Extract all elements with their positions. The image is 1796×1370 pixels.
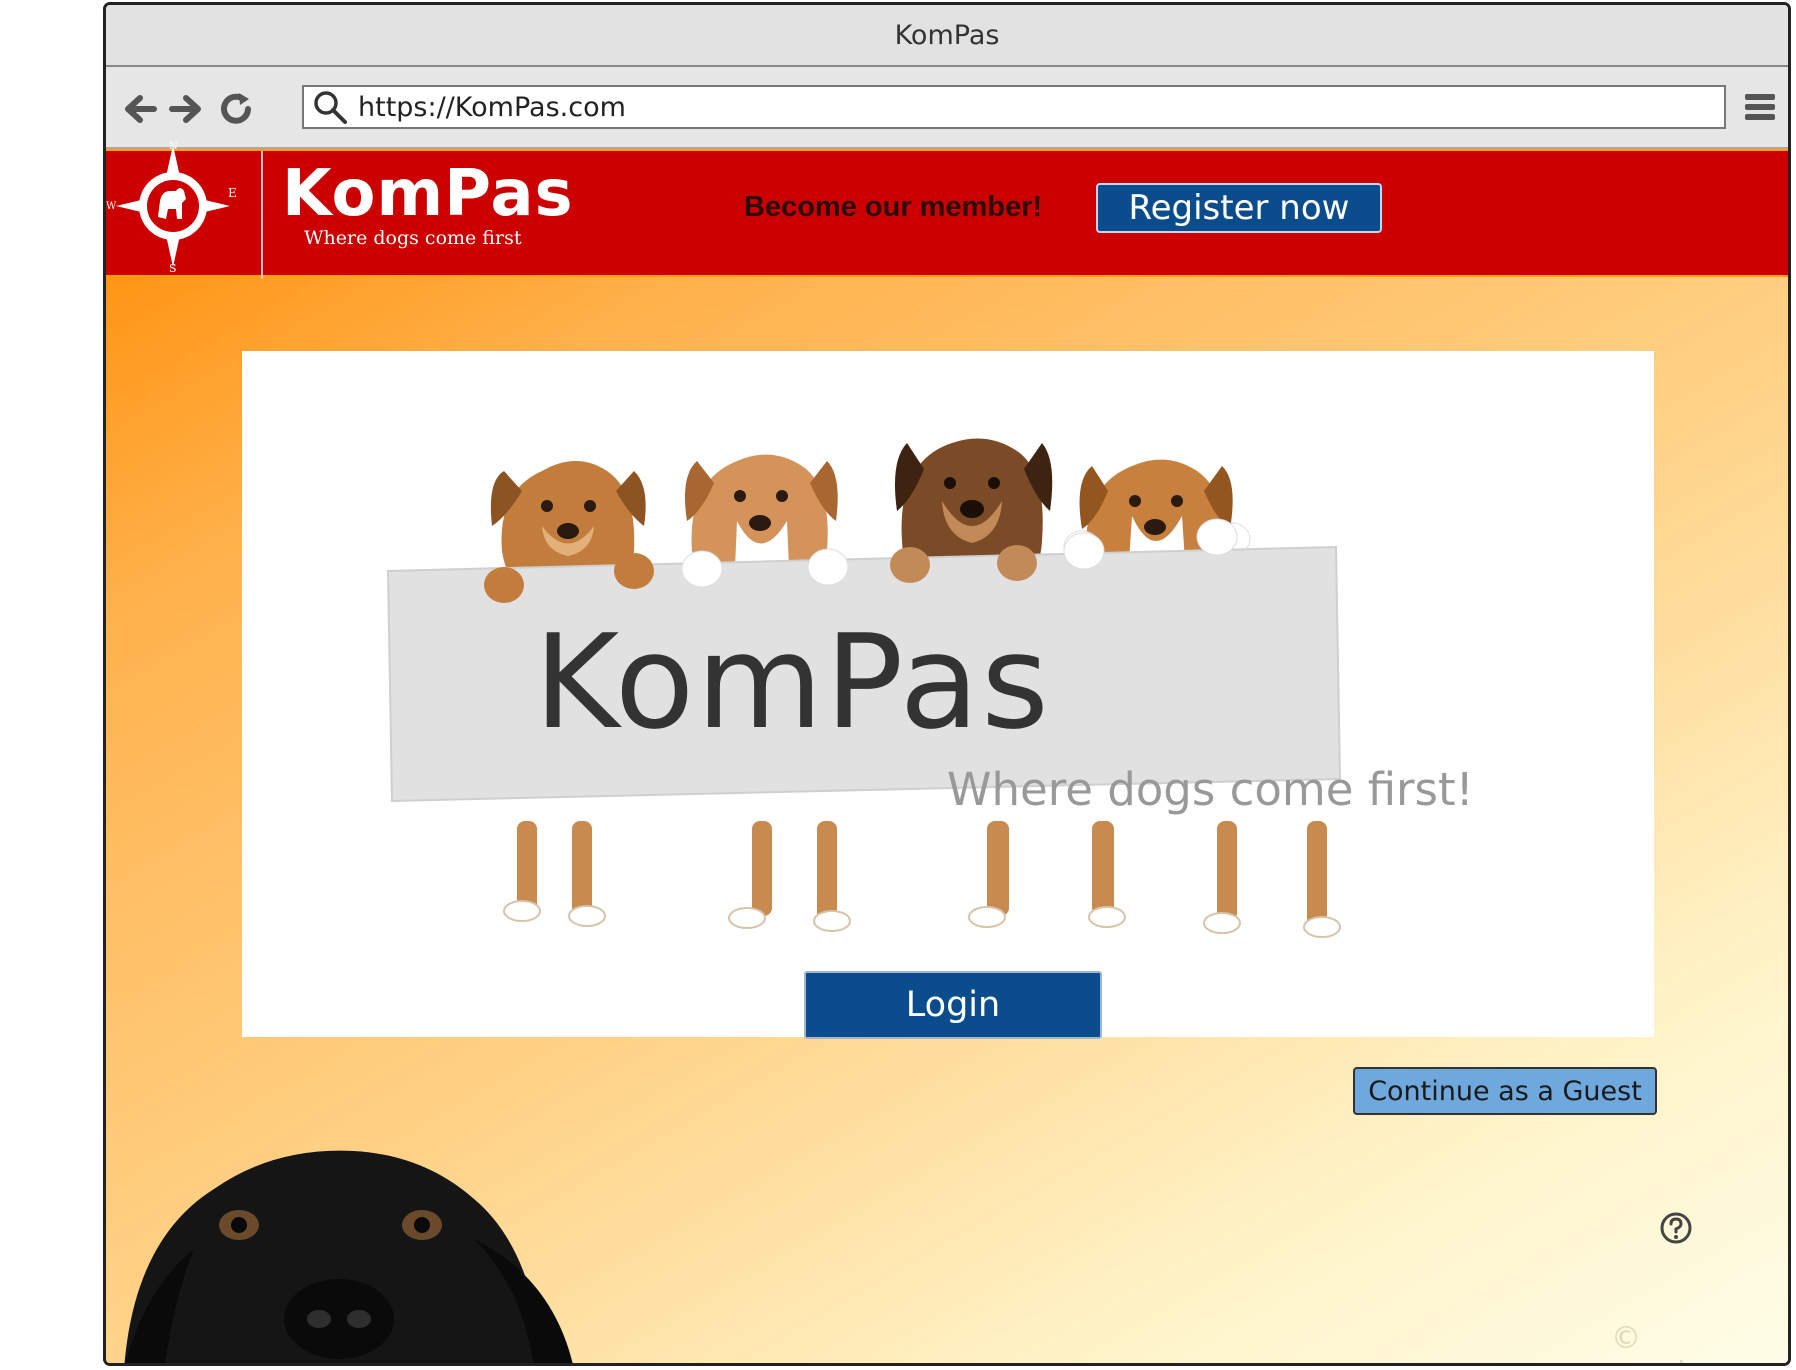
compass-east-letter: E xyxy=(228,186,237,200)
continue-as-guest-button[interactable]: Continue as a Guest xyxy=(1353,1067,1657,1115)
watermark: © xmple.com xyxy=(1611,1321,1777,1363)
forward-arrow-icon[interactable] xyxy=(166,89,206,129)
brand-tagline: Where dogs come first xyxy=(304,227,522,249)
url-text: https://KomPas.com xyxy=(358,91,626,123)
logo-divider xyxy=(261,151,263,279)
login-button[interactable]: Login xyxy=(804,971,1102,1039)
page-content: N E S W KomPas Where dogs come first Bec… xyxy=(106,141,1788,1363)
hero-banner: KomPas Where dogs come first! Login xyxy=(242,351,1654,1039)
black-dog-image xyxy=(124,1150,573,1363)
browser-window: KomPas https://KomPas.com N E S W KomPas… xyxy=(103,2,1791,1366)
membership-promo-text: Become our member! xyxy=(744,191,1043,223)
brand-name[interactable]: KomPas xyxy=(282,157,574,231)
search-icon xyxy=(314,91,347,124)
compass-logo-icon: N E S W xyxy=(106,141,237,273)
question-circle-icon[interactable] xyxy=(1659,1211,1693,1245)
reload-icon[interactable] xyxy=(216,89,256,129)
compass-south-letter: S xyxy=(169,262,177,273)
browser-toolbar: https://KomPas.com xyxy=(106,67,1788,149)
site-header: N E S W KomPas Where dogs come first Bec… xyxy=(106,141,1788,279)
address-bar[interactable]: https://KomPas.com xyxy=(302,85,1726,129)
hamburger-menu-icon[interactable] xyxy=(1742,89,1778,125)
compass-north-letter: N xyxy=(169,141,178,152)
window-titlebar: KomPas xyxy=(106,5,1788,67)
compass-west-letter: W xyxy=(106,201,117,212)
window-title: KomPas xyxy=(894,19,1000,51)
register-now-button[interactable]: Register now xyxy=(1096,183,1382,233)
back-arrow-icon[interactable] xyxy=(120,89,160,129)
sign-subtitle: Where dogs come first! xyxy=(947,763,1474,816)
sign-title: KomPas xyxy=(534,606,1051,758)
